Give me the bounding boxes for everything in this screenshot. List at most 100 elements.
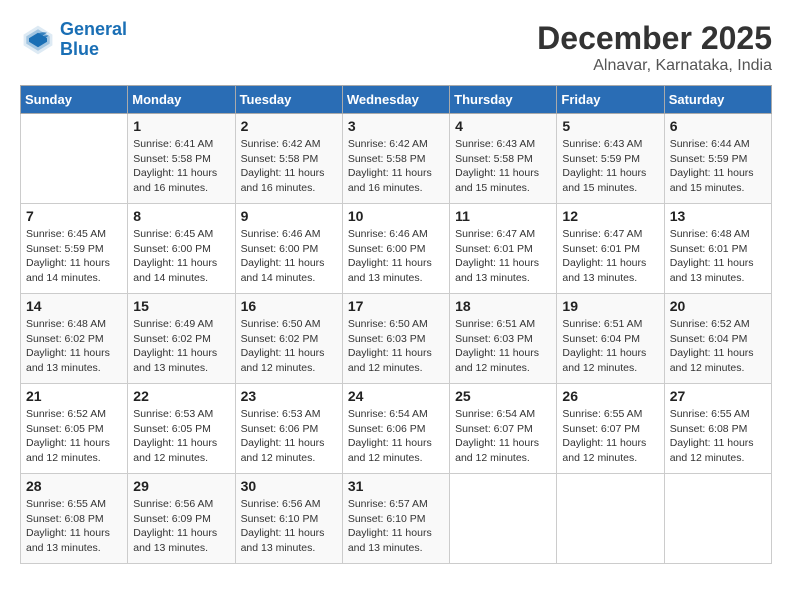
location-subtitle: Alnavar, Karnataka, India	[537, 57, 772, 75]
day-number: 5	[562, 118, 658, 134]
day-info: Sunrise: 6:42 AM Sunset: 5:58 PM Dayligh…	[348, 137, 444, 196]
day-number: 30	[241, 478, 337, 494]
day-number: 8	[133, 208, 229, 224]
day-info: Sunrise: 6:54 AM Sunset: 6:07 PM Dayligh…	[455, 407, 551, 466]
day-info: Sunrise: 6:53 AM Sunset: 6:06 PM Dayligh…	[241, 407, 337, 466]
calendar-cell: 3 Sunrise: 6:42 AM Sunset: 5:58 PM Daylig…	[342, 114, 449, 204]
day-number: 12	[562, 208, 658, 224]
day-info: Sunrise: 6:50 AM Sunset: 6:02 PM Dayligh…	[241, 317, 337, 376]
day-number: 29	[133, 478, 229, 494]
day-info: Sunrise: 6:53 AM Sunset: 6:05 PM Dayligh…	[133, 407, 229, 466]
day-info: Sunrise: 6:48 AM Sunset: 6:01 PM Dayligh…	[670, 227, 766, 286]
calendar-cell: 11 Sunrise: 6:47 AM Sunset: 6:01 PM Dayli…	[450, 204, 557, 294]
day-number: 1	[133, 118, 229, 134]
calendar-cell: 13Sunrise: 6:48 AM Sunset: 6:01 PM Dayli…	[664, 204, 771, 294]
day-info: Sunrise: 6:52 AM Sunset: 6:05 PM Dayligh…	[26, 407, 122, 466]
day-info: Sunrise: 6:42 AM Sunset: 5:58 PM Dayligh…	[241, 137, 337, 196]
day-number: 26	[562, 388, 658, 404]
day-info: Sunrise: 6:41 AM Sunset: 5:58 PM Dayligh…	[133, 137, 229, 196]
day-info: Sunrise: 6:55 AM Sunset: 6:08 PM Dayligh…	[670, 407, 766, 466]
day-info: Sunrise: 6:46 AM Sunset: 6:00 PM Dayligh…	[241, 227, 337, 286]
calendar-cell: 18 Sunrise: 6:51 AM Sunset: 6:03 PM Dayli…	[450, 294, 557, 384]
day-number: 22	[133, 388, 229, 404]
calendar-week-5: 28Sunrise: 6:55 AM Sunset: 6:08 PM Dayli…	[21, 474, 772, 564]
day-info: Sunrise: 6:51 AM Sunset: 6:03 PM Dayligh…	[455, 317, 551, 376]
calendar-week-1: 1 Sunrise: 6:41 AM Sunset: 5:58 PM Daylig…	[21, 114, 772, 204]
day-info: Sunrise: 6:52 AM Sunset: 6:04 PM Dayligh…	[670, 317, 766, 376]
day-info: Sunrise: 6:47 AM Sunset: 6:01 PM Dayligh…	[562, 227, 658, 286]
day-info: Sunrise: 6:45 AM Sunset: 6:00 PM Dayligh…	[133, 227, 229, 286]
calendar-cell: 7Sunrise: 6:45 AM Sunset: 5:59 PM Daylig…	[21, 204, 128, 294]
calendar-cell: 8 Sunrise: 6:45 AM Sunset: 6:00 PM Daylig…	[128, 204, 235, 294]
day-info: Sunrise: 6:54 AM Sunset: 6:06 PM Dayligh…	[348, 407, 444, 466]
calendar-cell	[21, 114, 128, 204]
calendar-header-row: SundayMondayTuesdayWednesdayThursdayFrid…	[21, 86, 772, 114]
day-number: 11	[455, 208, 551, 224]
logo: General Blue	[20, 20, 127, 60]
calendar-cell	[664, 474, 771, 564]
page-header: General Blue December 2025 Alnavar, Karn…	[20, 20, 772, 75]
month-title: December 2025	[537, 20, 772, 57]
calendar-cell: 27 Sunrise: 6:55 AM Sunset: 6:08 PM Dayli…	[664, 384, 771, 474]
day-number: 3	[348, 118, 444, 134]
calendar-cell: 12 Sunrise: 6:47 AM Sunset: 6:01 PM Dayli…	[557, 204, 664, 294]
weekday-header-tuesday: Tuesday	[235, 86, 342, 114]
calendar-cell: 25 Sunrise: 6:54 AM Sunset: 6:07 PM Dayli…	[450, 384, 557, 474]
calendar-cell: 15Sunrise: 6:49 AM Sunset: 6:02 PM Dayli…	[128, 294, 235, 384]
logo-icon	[20, 22, 56, 58]
day-info: Sunrise: 6:56 AM Sunset: 6:10 PM Dayligh…	[241, 497, 337, 556]
day-number: 31	[348, 478, 444, 494]
day-number: 20	[670, 298, 766, 314]
day-number: 25	[455, 388, 551, 404]
calendar-cell: 29Sunrise: 6:56 AM Sunset: 6:09 PM Dayli…	[128, 474, 235, 564]
calendar-week-2: 7Sunrise: 6:45 AM Sunset: 5:59 PM Daylig…	[21, 204, 772, 294]
calendar-cell: 24 Sunrise: 6:54 AM Sunset: 6:06 PM Dayli…	[342, 384, 449, 474]
weekday-header-wednesday: Wednesday	[342, 86, 449, 114]
day-number: 6	[670, 118, 766, 134]
calendar-cell: 17 Sunrise: 6:50 AM Sunset: 6:03 PM Dayli…	[342, 294, 449, 384]
calendar-cell: 30 Sunrise: 6:56 AM Sunset: 6:10 PM Dayli…	[235, 474, 342, 564]
calendar-cell: 23Sunrise: 6:53 AM Sunset: 6:06 PM Dayli…	[235, 384, 342, 474]
weekday-header-saturday: Saturday	[664, 86, 771, 114]
day-number: 4	[455, 118, 551, 134]
weekday-header-thursday: Thursday	[450, 86, 557, 114]
calendar-cell: 31Sunrise: 6:57 AM Sunset: 6:10 PM Dayli…	[342, 474, 449, 564]
calendar-week-3: 14 Sunrise: 6:48 AM Sunset: 6:02 PM Dayli…	[21, 294, 772, 384]
calendar-cell	[557, 474, 664, 564]
calendar-cell: 4 Sunrise: 6:43 AM Sunset: 5:58 PM Daylig…	[450, 114, 557, 204]
day-number: 17	[348, 298, 444, 314]
day-number: 24	[348, 388, 444, 404]
day-info: Sunrise: 6:49 AM Sunset: 6:02 PM Dayligh…	[133, 317, 229, 376]
day-info: Sunrise: 6:45 AM Sunset: 5:59 PM Dayligh…	[26, 227, 122, 286]
calendar-cell: 5 Sunrise: 6:43 AM Sunset: 5:59 PM Daylig…	[557, 114, 664, 204]
day-number: 2	[241, 118, 337, 134]
day-info: Sunrise: 6:55 AM Sunset: 6:07 PM Dayligh…	[562, 407, 658, 466]
weekday-header-monday: Monday	[128, 86, 235, 114]
day-info: Sunrise: 6:46 AM Sunset: 6:00 PM Dayligh…	[348, 227, 444, 286]
calendar-cell: 28Sunrise: 6:55 AM Sunset: 6:08 PM Dayli…	[21, 474, 128, 564]
day-info: Sunrise: 6:43 AM Sunset: 5:59 PM Dayligh…	[562, 137, 658, 196]
day-number: 9	[241, 208, 337, 224]
day-info: Sunrise: 6:50 AM Sunset: 6:03 PM Dayligh…	[348, 317, 444, 376]
day-number: 10	[348, 208, 444, 224]
day-info: Sunrise: 6:48 AM Sunset: 6:02 PM Dayligh…	[26, 317, 122, 376]
calendar-cell: 6 Sunrise: 6:44 AM Sunset: 5:59 PM Daylig…	[664, 114, 771, 204]
calendar-body: 1 Sunrise: 6:41 AM Sunset: 5:58 PM Daylig…	[21, 114, 772, 564]
day-info: Sunrise: 6:44 AM Sunset: 5:59 PM Dayligh…	[670, 137, 766, 196]
calendar-cell: 21Sunrise: 6:52 AM Sunset: 6:05 PM Dayli…	[21, 384, 128, 474]
calendar-cell: 10 Sunrise: 6:46 AM Sunset: 6:00 PM Dayli…	[342, 204, 449, 294]
day-info: Sunrise: 6:47 AM Sunset: 6:01 PM Dayligh…	[455, 227, 551, 286]
calendar-cell	[450, 474, 557, 564]
day-number: 27	[670, 388, 766, 404]
calendar-cell: 22 Sunrise: 6:53 AM Sunset: 6:05 PM Dayli…	[128, 384, 235, 474]
day-number: 14	[26, 298, 122, 314]
weekday-header-sunday: Sunday	[21, 86, 128, 114]
day-number: 19	[562, 298, 658, 314]
day-number: 16	[241, 298, 337, 314]
day-info: Sunrise: 6:43 AM Sunset: 5:58 PM Dayligh…	[455, 137, 551, 196]
calendar-cell: 14 Sunrise: 6:48 AM Sunset: 6:02 PM Dayli…	[21, 294, 128, 384]
title-block: December 2025 Alnavar, Karnataka, India	[537, 20, 772, 75]
day-number: 18	[455, 298, 551, 314]
weekday-header-friday: Friday	[557, 86, 664, 114]
day-info: Sunrise: 6:55 AM Sunset: 6:08 PM Dayligh…	[26, 497, 122, 556]
